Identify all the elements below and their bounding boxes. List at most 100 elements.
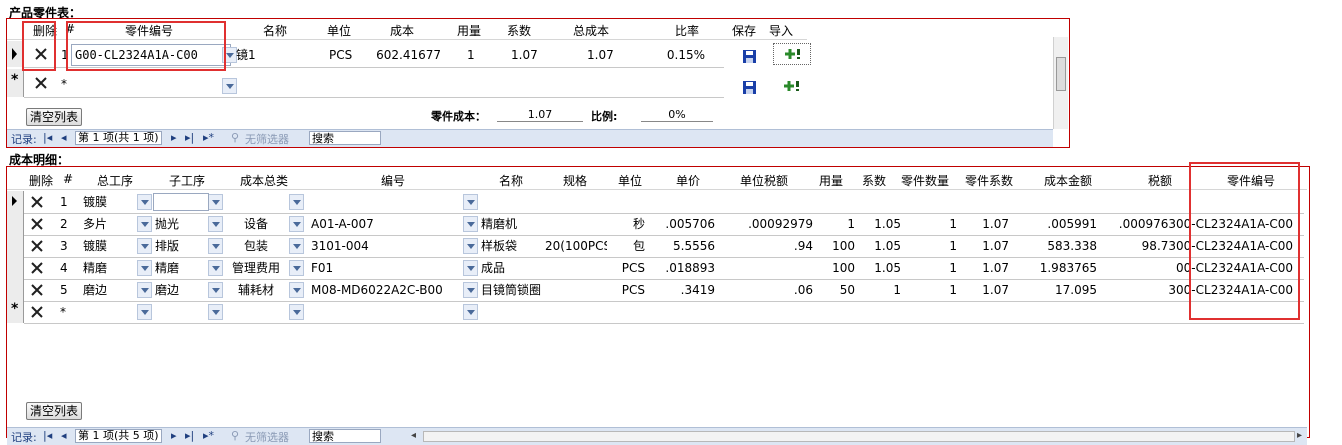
new-record-button[interactable]: ▸*: [203, 429, 214, 442]
chevron-down-icon[interactable]: [137, 304, 152, 320]
chevron-down-icon[interactable]: [463, 304, 478, 320]
costs-cell-main-proc[interactable]: 镀膜: [83, 236, 135, 256]
chevron-down-icon[interactable]: [463, 238, 478, 254]
chevron-down-icon[interactable]: [137, 238, 152, 254]
costs-cell-part-qty[interactable]: 1: [907, 258, 957, 278]
costs-cell-amount[interactable]: [1017, 192, 1097, 212]
costs-cell-category[interactable]: 设备: [225, 214, 287, 234]
costs-cell-sub-proc[interactable]: 精磨: [155, 258, 205, 278]
next-record-button[interactable]: ▸: [171, 429, 177, 442]
costs-cell-category[interactable]: [225, 192, 287, 212]
last-record-button[interactable]: ▸|: [185, 131, 194, 144]
costs-cell-part-coef[interactable]: 1.07: [961, 236, 1009, 256]
costs-cell-price[interactable]: .3419: [653, 280, 715, 300]
chevron-down-icon[interactable]: [289, 194, 304, 210]
close-icon[interactable]: [29, 216, 45, 232]
costs-cell-unit-tax[interactable]: .00092979: [719, 214, 813, 234]
chevron-down-icon[interactable]: [463, 216, 478, 232]
costs-cell-main-proc[interactable]: 磨边: [83, 280, 135, 300]
add-import-icon[interactable]: [783, 79, 801, 93]
costs-cell-qty[interactable]: 100: [815, 258, 855, 278]
costs-cell-main-proc[interactable]: 镀膜: [83, 192, 135, 212]
costs-cell-unit[interactable]: PCS: [603, 258, 645, 278]
costs-cell-part-qty[interactable]: [907, 192, 957, 212]
costs-cell-unit-tax[interactable]: .06: [719, 280, 813, 300]
no-filter-label[interactable]: 无筛选器: [245, 429, 289, 445]
chevron-down-icon[interactable]: [208, 238, 223, 254]
costs-cell-category[interactable]: 辅耗材: [225, 280, 287, 300]
costs-cell-spec[interactable]: [545, 214, 607, 234]
chevron-down-icon[interactable]: [463, 260, 478, 276]
chevron-down-icon[interactable]: [137, 194, 152, 210]
costs-cell-part-qty[interactable]: 1: [907, 236, 957, 256]
close-icon[interactable]: [29, 282, 45, 298]
costs-cell-coef[interactable]: 1.05: [857, 236, 901, 256]
costs-cell-amount[interactable]: 1.983765: [1017, 258, 1097, 278]
costs-row-selectors[interactable]: *: [7, 191, 24, 323]
costs-cell-price[interactable]: .018893: [653, 258, 715, 278]
costs-cell-spec[interactable]: [545, 258, 607, 278]
costs-cell-main-proc[interactable]: 精磨: [83, 258, 135, 278]
chevron-down-icon[interactable]: [463, 194, 478, 210]
costs-cell-code[interactable]: A01-A-007: [311, 214, 461, 234]
floppy-disk-icon[interactable]: [743, 50, 756, 63]
costs-cell-price[interactable]: 5.5556: [653, 236, 715, 256]
costs-cell-qty[interactable]: [815, 192, 855, 212]
chevron-down-icon[interactable]: [137, 216, 152, 232]
chevron-down-icon[interactable]: [289, 238, 304, 254]
prev-record-button[interactable]: ◂: [61, 131, 67, 144]
first-record-button[interactable]: |◂: [43, 131, 52, 144]
costs-cell-category[interactable]: 包装: [225, 236, 287, 256]
chevron-down-icon[interactable]: [208, 282, 223, 298]
chevron-down-icon[interactable]: [208, 194, 223, 210]
costs-cell-unit[interactable]: [603, 192, 645, 212]
costs-cell-unit[interactable]: PCS: [603, 280, 645, 300]
prev-record-button[interactable]: ◂: [61, 429, 67, 442]
costs-cell-name[interactable]: 目镜筒锁圈: [481, 280, 543, 300]
chevron-down-icon[interactable]: [289, 304, 304, 320]
new-record-button[interactable]: ▸*: [203, 131, 214, 144]
chevron-down-icon[interactable]: [289, 216, 304, 232]
costs-cell-part-qty[interactable]: 1: [907, 214, 957, 234]
close-icon[interactable]: [29, 194, 45, 210]
first-record-button[interactable]: |◂: [43, 429, 52, 442]
costs-cell-amount[interactable]: .005991: [1017, 214, 1097, 234]
chevron-down-icon[interactable]: [222, 78, 237, 94]
costs-cell-code[interactable]: F01: [311, 258, 461, 278]
costs-cell-code[interactable]: M08-MD6022A2C-B00: [311, 280, 461, 300]
costs-cell-category[interactable]: 管理费用: [225, 258, 287, 278]
close-icon[interactable]: [29, 238, 45, 254]
parts-row-selector-new[interactable]: *: [7, 69, 24, 97]
floppy-disk-icon[interactable]: [743, 81, 756, 94]
costs-cell-coef[interactable]: 1.05: [857, 214, 901, 234]
costs-cell-coef[interactable]: [857, 192, 901, 212]
scroll-right-button[interactable]: ▸: [1297, 430, 1307, 442]
close-icon[interactable]: [29, 304, 45, 320]
parts-scroll-thumb[interactable]: [1056, 57, 1066, 91]
costs-cell-code[interactable]: 3101-004: [311, 236, 461, 256]
costs-cell-qty[interactable]: 1: [815, 214, 855, 234]
close-icon[interactable]: [29, 260, 45, 276]
costs-cell-name[interactable]: 成品: [481, 258, 543, 278]
costs-cell-qty[interactable]: 50: [815, 280, 855, 300]
costs-horizontal-scrollbar[interactable]: [423, 431, 1295, 442]
costs-cell-coef[interactable]: 1: [857, 280, 901, 300]
chevron-down-icon[interactable]: [463, 282, 478, 298]
record-position[interactable]: 第 1 项(共 5 项): [75, 429, 162, 443]
next-record-button[interactable]: ▸: [171, 131, 177, 144]
costs-cell-unit-tax[interactable]: [719, 192, 813, 212]
costs-cell-sub-proc[interactable]: 排版: [155, 236, 205, 256]
costs-search-input[interactable]: 搜索: [309, 429, 381, 443]
import-button[interactable]: [773, 43, 811, 65]
costs-cell-part-coef[interactable]: 1.07: [961, 214, 1009, 234]
costs-cell-name[interactable]: [481, 192, 543, 212]
costs-cell-coef[interactable]: 1.05: [857, 258, 901, 278]
record-position[interactable]: 第 1 项(共 1 项): [75, 131, 162, 145]
costs-cell-unit-tax[interactable]: [719, 258, 813, 278]
sub-proc-active-input[interactable]: [153, 193, 209, 211]
costs-cell-unit[interactable]: 包: [603, 236, 645, 256]
chevron-down-icon[interactable]: [208, 216, 223, 232]
costs-cell-part-coef[interactable]: 1.07: [961, 280, 1009, 300]
costs-cell-main-proc[interactable]: 多片: [83, 214, 135, 234]
costs-cell-spec[interactable]: [545, 280, 607, 300]
